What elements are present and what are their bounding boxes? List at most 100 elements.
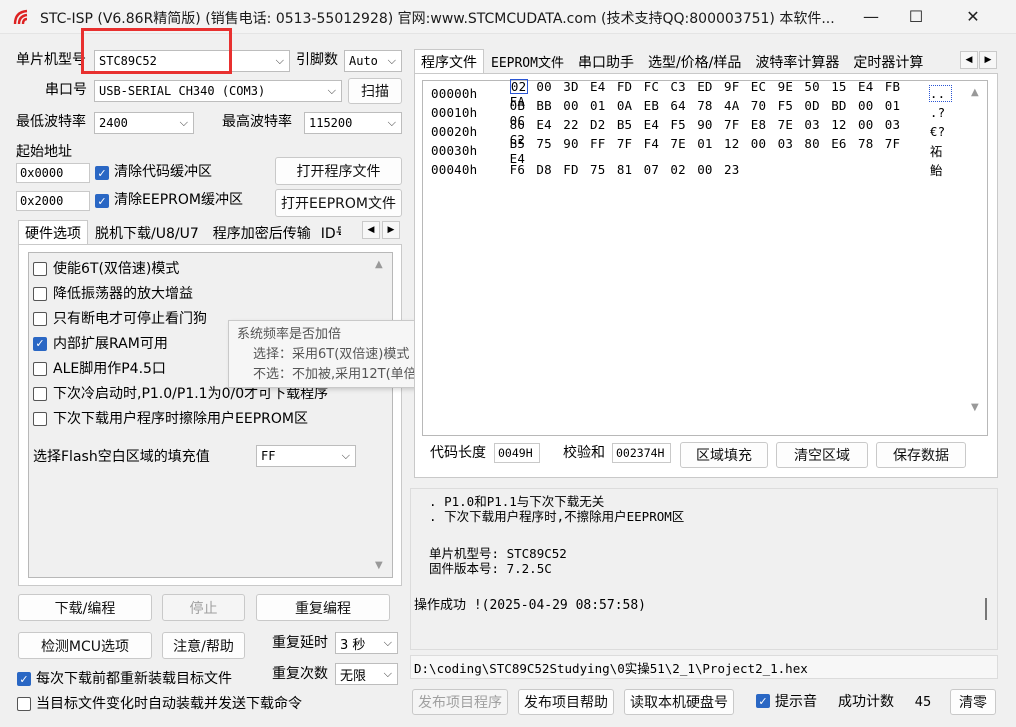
tab-timer-calculator[interactable]: 定时器计算 xyxy=(846,49,931,73)
fill-area-button[interactable]: 区域填充 xyxy=(680,442,768,468)
tab-scroll-left-icon[interactable]: ◀ xyxy=(362,221,380,239)
option-checkbox[interactable] xyxy=(33,286,47,301)
save-data-button[interactable]: 保存数据 xyxy=(876,442,966,468)
hex-byte[interactable]: 07 xyxy=(644,162,671,177)
log-scroll-thumb[interactable] xyxy=(985,598,987,620)
hex-byte[interactable]: FC xyxy=(644,79,671,94)
hex-byte[interactable]: BB xyxy=(536,98,563,113)
hex-byte[interactable]: E6 xyxy=(831,136,858,151)
option-checkbox[interactable]: ✓ xyxy=(33,336,47,351)
detect-mcu-button[interactable]: 检测MCU选项 xyxy=(18,632,152,659)
tab-encrypted-transfer[interactable]: 程序加密后传输 xyxy=(205,220,318,244)
hex-byte[interactable]: 22 xyxy=(563,117,590,132)
hex-byte[interactable]: E4 xyxy=(644,117,671,132)
options-scrollbar[interactable]: ▲ ▼ xyxy=(370,253,392,577)
scroll-up-icon[interactable]: ▲ xyxy=(971,87,979,98)
tab-serial-assistant[interactable]: 串口助手 xyxy=(570,49,641,73)
redownload-button[interactable]: 重复编程 xyxy=(256,594,390,621)
hex-byte[interactable]: 03 xyxy=(778,136,805,151)
hex-byte[interactable]: 00 xyxy=(858,117,885,132)
clear-eeprom-checkbox[interactable]: ✓ xyxy=(95,194,109,208)
publish-project-button[interactable]: 发布项目程序 xyxy=(412,689,508,715)
hex-byte[interactable]: 15 xyxy=(831,79,858,94)
hex-byte[interactable]: 01 xyxy=(885,98,912,113)
tab-eeprom-file[interactable]: EEPROM文件 xyxy=(484,49,571,73)
hex-byte[interactable]: 02 xyxy=(670,162,697,177)
tab-offline-download[interactable]: 脱机下载/U8/U7 xyxy=(88,220,206,244)
hex-byte[interactable]: E4 xyxy=(590,79,617,94)
hex-byte[interactable]: EB xyxy=(644,98,671,113)
hex-byte[interactable]: B5 xyxy=(617,117,644,132)
auto-load-checkbox[interactable] xyxy=(17,697,31,711)
scroll-down-icon[interactable]: ▼ xyxy=(971,402,979,413)
hex-byte[interactable]: FD xyxy=(563,162,590,177)
sound-checkbox[interactable]: ✓ xyxy=(756,694,770,708)
hex-byte[interactable]: 90 xyxy=(563,136,590,151)
pins-select[interactable]: Auto ⌵ xyxy=(344,50,402,72)
hex-byte[interactable]: 03 xyxy=(885,117,912,132)
open-eeprom-button[interactable]: 打开EEPROM文件 xyxy=(275,189,402,217)
hex-byte[interactable]: 00 xyxy=(858,98,885,113)
hex-byte[interactable]: 75 xyxy=(536,136,563,151)
tab-scroll-right-icon[interactable]: ▶ xyxy=(382,221,400,239)
repeat-count-select[interactable]: 无限 ⌵ xyxy=(335,663,398,685)
hex-byte[interactable]: F5 xyxy=(778,98,805,113)
reload-checkbox[interactable]: ✓ xyxy=(17,672,31,686)
hex-byte[interactable]: 70 xyxy=(751,98,778,113)
option-checkbox[interactable] xyxy=(33,261,47,276)
max-baud-select[interactable]: 115200 ⌵ xyxy=(304,112,402,134)
tab-scroll-right-icon[interactable]: ▶ xyxy=(979,51,997,69)
hex-byte[interactable]: 9E xyxy=(778,79,805,94)
option-checkbox[interactable] xyxy=(33,311,47,326)
tab-program-file[interactable]: 程序文件 xyxy=(414,49,484,73)
scan-button[interactable]: 扫描 xyxy=(348,78,402,104)
hex-byte[interactable]: 01 xyxy=(590,98,617,113)
minimize-button[interactable]: — xyxy=(848,0,894,32)
help-button[interactable]: 注意/帮助 xyxy=(162,632,245,659)
tab-id[interactable]: ID号 xyxy=(317,220,342,244)
hex-byte[interactable]: FB xyxy=(885,79,912,94)
hex-byte[interactable]: 0A xyxy=(617,98,644,113)
hex-byte[interactable]: E4 xyxy=(858,79,885,94)
open-program-button[interactable]: 打开程序文件 xyxy=(275,157,402,185)
hex-byte[interactable]: D8 xyxy=(536,162,563,177)
option-checkbox[interactable] xyxy=(33,361,47,376)
hex-byte[interactable]: 7F xyxy=(724,117,751,132)
clear-count-button[interactable]: 清零 xyxy=(950,689,996,715)
hex-byte[interactable]: 4A xyxy=(724,98,751,113)
hex-byte[interactable]: 9F xyxy=(724,79,751,94)
repeat-delay-select[interactable]: 3 秒 ⌵ xyxy=(335,632,398,654)
hex-scrollbar[interactable]: ▲ ▼ xyxy=(966,81,987,435)
tab-hardware-options[interactable]: 硬件选项 xyxy=(18,220,88,244)
scroll-down-icon[interactable]: ▼ xyxy=(375,560,383,571)
hex-byte[interactable]: 00 xyxy=(751,136,778,151)
hex-byte[interactable]: EC xyxy=(751,79,778,94)
tab-scroll-left-icon[interactable]: ◀ xyxy=(960,51,978,69)
hex-byte[interactable]: E4 xyxy=(536,117,563,132)
hex-byte[interactable]: 75 xyxy=(590,162,617,177)
min-baud-select[interactable]: 2400 ⌵ xyxy=(94,112,194,134)
hex-byte[interactable]: 00 xyxy=(563,98,590,113)
hex-byte[interactable]: 00 xyxy=(697,162,724,177)
port-select[interactable]: USB-SERIAL CH340 (COM3) ⌵ xyxy=(94,80,342,102)
option-row[interactable]: 下次下载用户程序时擦除用户EEPROM区 xyxy=(33,406,368,431)
hex-bytes[interactable]: B5 75 90 FF 7F F4 7E 01 12 00 03 80 E6 78 7FE4 xyxy=(510,136,922,166)
hex-byte[interactable]: 81 xyxy=(617,162,644,177)
hex-byte[interactable]: FF xyxy=(590,136,617,151)
hex-byte[interactable]: 90 xyxy=(697,117,724,132)
hex-byte[interactable]: 64 xyxy=(670,98,697,113)
hex-byte[interactable]: E8 xyxy=(751,117,778,132)
read-disk-button[interactable]: 读取本机硬盘号 xyxy=(624,689,734,715)
hex-byte[interactable]: 7F xyxy=(617,136,644,151)
hex-byte[interactable]: 12 xyxy=(831,117,858,132)
fill-select[interactable]: FF ⌵ xyxy=(256,445,356,467)
hex-byte[interactable]: 80 xyxy=(510,117,537,132)
download-button[interactable]: 下载/编程 xyxy=(18,594,152,621)
publish-help-button[interactable]: 发布项目帮助 xyxy=(518,689,614,715)
stop-button[interactable]: 停止 xyxy=(162,594,245,621)
hex-byte[interactable]: F4 xyxy=(644,136,671,151)
hex-byte[interactable]: 7E xyxy=(670,136,697,151)
tab-selection-price[interactable]: 选型/价格/样品 xyxy=(640,49,749,73)
hex-byte[interactable]: 01 xyxy=(697,136,724,151)
hex-byte[interactable]: F6 xyxy=(510,162,537,177)
